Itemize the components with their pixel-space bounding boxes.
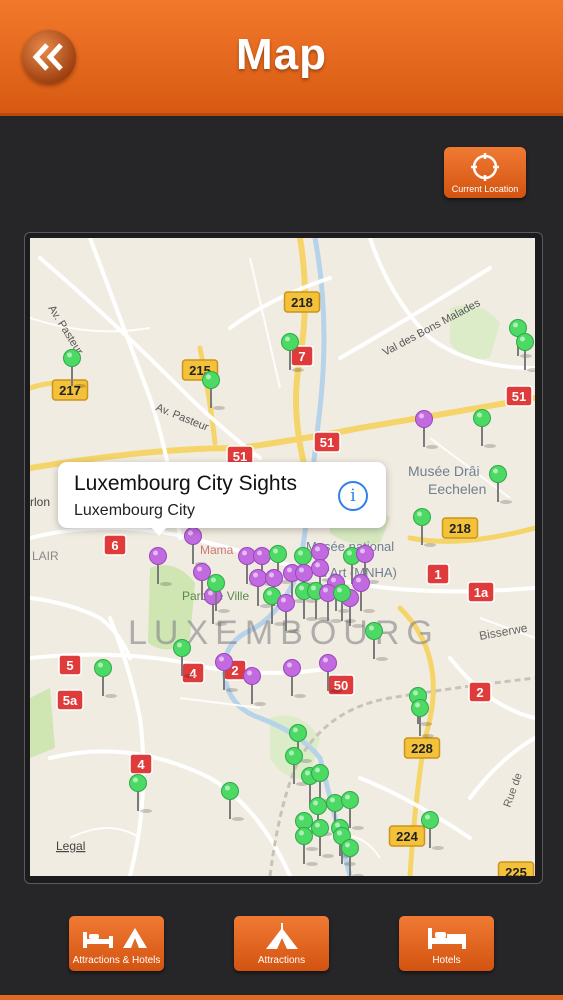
hotels-button[interactable]: Hotels	[399, 916, 494, 971]
map-label: Musée Drâi	[408, 463, 480, 479]
attractions-and-hotels-button[interactable]: Attractions & Hotels	[69, 916, 164, 971]
bed-icon	[427, 928, 466, 949]
road-number-badge: 51	[505, 385, 533, 407]
callout-title: Luxembourg City Sights	[74, 472, 297, 495]
map-label: LAIR	[32, 549, 59, 563]
svg-text:4: 4	[189, 666, 197, 681]
road-number-badge: 4	[129, 753, 153, 775]
attraction-pin[interactable]	[473, 409, 497, 449]
svg-text:7: 7	[298, 349, 305, 364]
svg-text:1a: 1a	[474, 585, 489, 600]
svg-text:51: 51	[320, 435, 334, 450]
road-number-badge: 5a	[56, 689, 84, 711]
park-area	[30, 688, 55, 758]
street	[69, 827, 141, 839]
bed-and-tent-icon	[82, 928, 147, 948]
road-number-badge: 228	[403, 737, 441, 759]
street	[249, 257, 281, 389]
svg-text:224: 224	[396, 829, 418, 844]
svg-text:5a: 5a	[63, 693, 78, 708]
tab-label: Hotels	[432, 955, 461, 966]
road-number-badge: 217	[51, 379, 89, 401]
current-location-label: Current Location	[451, 184, 519, 194]
street	[30, 317, 151, 333]
svg-text:1: 1	[434, 567, 441, 582]
current-location-button[interactable]: Current Location	[444, 147, 526, 198]
map-label: Eechelen	[428, 481, 486, 497]
tab-label: Attractions & Hotels	[72, 955, 161, 966]
map-callout[interactable]: Luxembourg City Sights Luxembourg City i	[58, 462, 386, 528]
map-label: Legal	[56, 839, 85, 853]
svg-text:5: 5	[66, 658, 73, 673]
svg-text:228: 228	[411, 741, 433, 756]
hotel-pin[interactable]	[283, 659, 307, 699]
info-icon[interactable]: i	[338, 481, 368, 511]
road-number-badge: 4	[181, 662, 205, 684]
road-number-badge: 218	[283, 291, 321, 313]
svg-text:218: 218	[449, 521, 471, 536]
svg-text:4: 4	[137, 757, 145, 772]
map-label: Rue de	[502, 772, 525, 809]
road-number-badge: 51	[313, 431, 341, 453]
map-label: Av. Pasteur	[154, 402, 211, 434]
road-number-badge: 1	[426, 563, 450, 585]
street	[448, 656, 535, 720]
road-number-badge: 1a	[467, 581, 495, 603]
map-label: Mama	[200, 543, 234, 557]
svg-text:6: 6	[111, 538, 118, 553]
crosshair-icon	[471, 153, 499, 181]
street	[48, 749, 292, 876]
road-number-badge: 225	[497, 861, 535, 876]
street	[179, 697, 261, 709]
road-number-badge: 218	[441, 517, 479, 539]
attraction-pin[interactable]	[94, 659, 118, 699]
road-number-badge: 5	[58, 654, 82, 676]
road-number-badge: 6	[103, 534, 127, 556]
page-title: Map	[236, 30, 327, 79]
svg-text:51: 51	[512, 389, 526, 404]
map-label: rlon	[30, 495, 50, 509]
svg-text:2: 2	[476, 685, 483, 700]
tent-icon	[265, 923, 298, 949]
map-canvas: 2182152175151512182282242257655a44225011…	[30, 238, 535, 876]
map-view[interactable]: 218 215 217 51 51 51 218 228 224 225 7 6 5 5a 4 4 2 2 50 1 1…	[30, 238, 535, 876]
street	[468, 736, 535, 800]
header-bar: Map	[0, 0, 563, 116]
svg-text:218: 218	[291, 295, 313, 310]
attractions-button[interactable]: Attractions	[234, 916, 329, 971]
road-number-badge: 224	[388, 825, 426, 847]
map-label: Bisserwe	[478, 621, 529, 643]
callout-subtitle: Luxembourg City	[74, 502, 195, 519]
svg-text:2: 2	[231, 663, 238, 678]
tab-label: Attractions	[257, 955, 306, 966]
bottom-accent-line	[0, 995, 563, 1000]
main-road	[30, 395, 535, 471]
callout-pointer	[150, 526, 168, 536]
road-number-badge: 2	[468, 681, 492, 703]
svg-text:225: 225	[505, 865, 527, 876]
